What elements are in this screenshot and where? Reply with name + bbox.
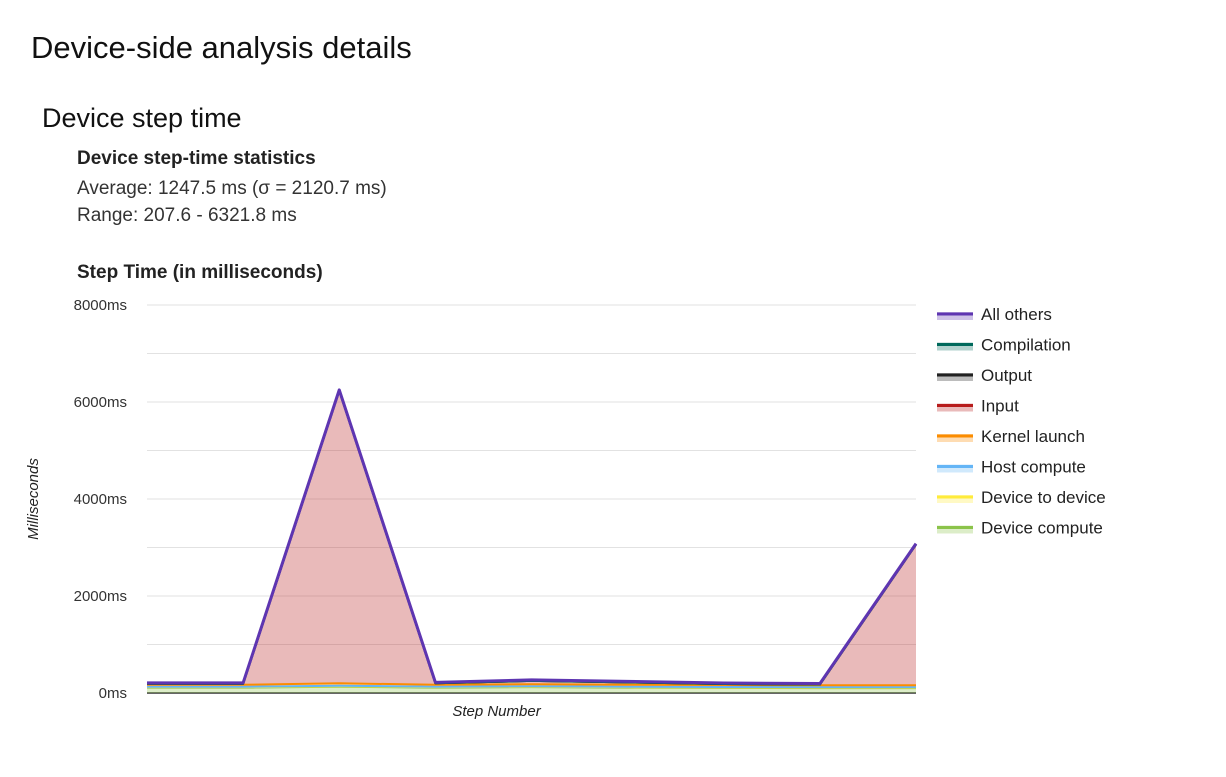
area-series <box>147 389 916 693</box>
area-input <box>147 390 916 686</box>
legend-item: Input <box>937 397 1019 416</box>
legend-label: Compilation <box>981 336 1071 355</box>
y-tick-label: 4000ms <box>74 491 127 508</box>
legend-item: Kernel launch <box>937 427 1085 446</box>
legend-item: Compilation <box>937 336 1071 355</box>
y-axis-title: Milliseconds <box>25 458 42 540</box>
y-tick-label: 2000ms <box>74 588 127 605</box>
legend-label: Device compute <box>981 519 1103 538</box>
legend-label: Device to device <box>981 488 1106 507</box>
legend-item: Device compute <box>937 519 1103 538</box>
y-tick-label: 6000ms <box>74 394 127 411</box>
x-axis-title: Step Number <box>452 703 541 720</box>
legend-item: Device to device <box>937 488 1106 507</box>
legend-label: Kernel launch <box>981 427 1085 446</box>
legend: All others Compilation Output Input Kernel l… <box>937 305 1106 538</box>
legend-item: Host compute <box>937 458 1086 477</box>
step-time-chart: 0ms 2000ms 4000ms 6000ms 8000ms Step Number Mi… <box>25 297 1106 720</box>
y-tick-label: 0ms <box>99 685 127 702</box>
legend-label: All others <box>981 305 1052 324</box>
legend-label: Output <box>981 366 1032 385</box>
legend-item: All others <box>937 305 1052 324</box>
legend-label: Input <box>981 397 1019 416</box>
y-tick-label: 8000ms <box>74 297 127 314</box>
legend-label: Host compute <box>981 458 1086 477</box>
legend-item: Output <box>937 366 1032 385</box>
